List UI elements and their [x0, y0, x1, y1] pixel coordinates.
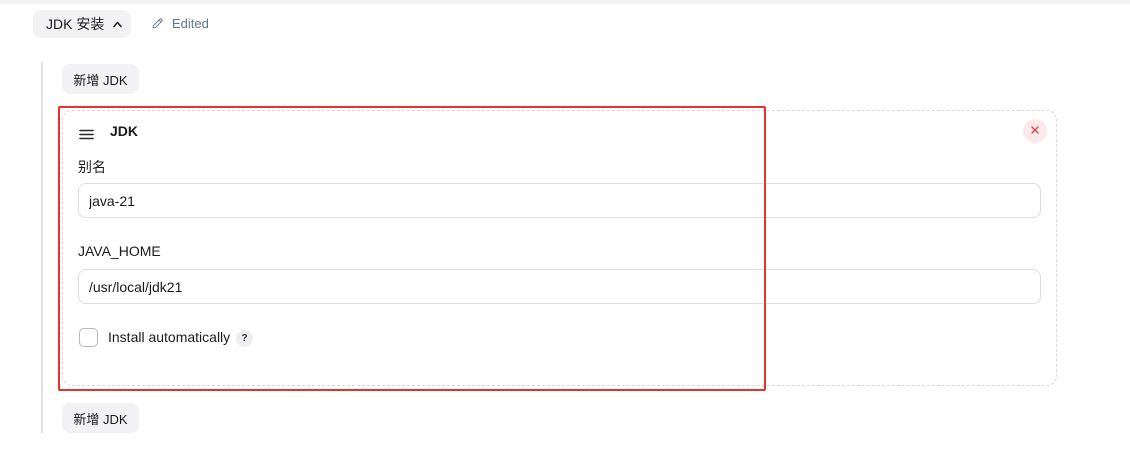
add-jdk-button-top[interactable]: 新增 JDK [62, 64, 139, 94]
add-jdk-button-bottom[interactable]: 新增 JDK [62, 403, 139, 433]
close-icon [1030, 122, 1040, 140]
java-home-label: JAVA_HOME [78, 243, 161, 259]
edited-label: Edited [172, 16, 209, 31]
alias-input[interactable] [78, 183, 1041, 218]
jdk-section-toggle[interactable]: JDK 安装 [33, 10, 131, 38]
drag-handle-icon[interactable] [79, 127, 94, 140]
edited-indicator: Edited [151, 15, 209, 32]
pencil-icon [151, 17, 164, 30]
section-indent-line [41, 62, 43, 433]
remove-jdk-button[interactable] [1023, 119, 1047, 143]
java-home-input[interactable] [78, 269, 1041, 304]
jdk-card-title: JDK [110, 123, 139, 139]
top-divider [0, 0, 1130, 4]
help-icon[interactable]: ? [236, 330, 253, 347]
install-automatically-label[interactable]: Install automatically [108, 329, 230, 345]
chevron-up-icon [112, 19, 123, 30]
install-automatically-checkbox[interactable] [79, 328, 98, 347]
alias-label: 别名 [78, 159, 106, 175]
section-toggle-label: JDK 安装 [46, 16, 105, 32]
